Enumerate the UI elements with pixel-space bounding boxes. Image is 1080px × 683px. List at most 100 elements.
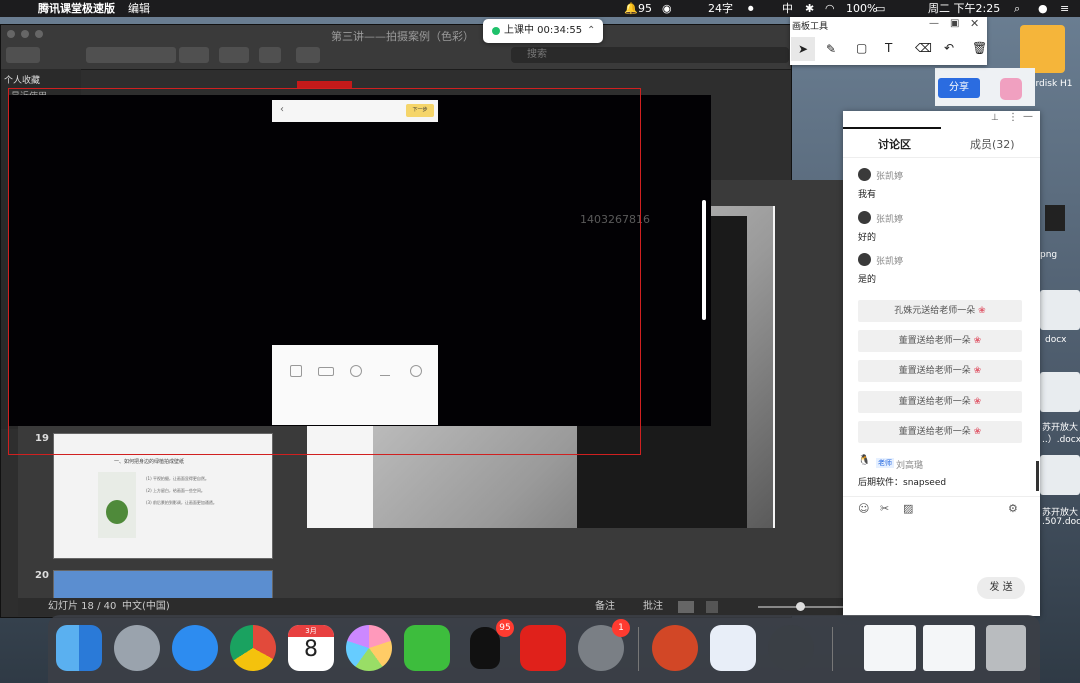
pin-icon[interactable]: ⊥ [991,113,999,123]
calendar-day: 8 [304,637,318,662]
undo-icon[interactable]: ↶ [944,41,954,55]
qq-count: 95 [638,2,652,15]
normal-view-icon[interactable] [678,601,694,613]
minimize-icon[interactable]: — [929,18,939,29]
scissors-icon[interactable]: ✂ [880,502,889,515]
msg-text: 我有 [858,190,877,200]
close-dot[interactable] [7,30,15,38]
discussion-panel: ⊥ ⋮ — 讨论区 成员(32) 张凯婷 我有 张凯婷 好的 张凯婷 是的 孔姝… [843,111,1040,616]
wifi-icon[interactable]: ◠ [825,0,835,17]
harddisk-icon[interactable] [1020,25,1065,73]
image-icon[interactable]: ▨ [903,502,913,515]
teacher-name: 刘高璐 [896,461,924,471]
eye-icon[interactable]: ◉ [662,0,672,17]
screen-capture-frame [8,88,641,455]
send-button[interactable]: 发 送 [977,577,1025,599]
docx-file-icon[interactable] [1040,290,1080,330]
kirby-icon[interactable] [1000,78,1022,100]
sorter-view-icon[interactable] [706,601,718,613]
search-icon[interactable]: ⌕ [1014,0,1020,17]
gift-message: 董置送给老师一朵 ❀ [858,391,1022,413]
search-input[interactable]: 搜索 [511,47,789,63]
qq-icon[interactable]: 95 [462,619,514,671]
desktop-label-4: ..）.docx [1042,435,1080,445]
docx-file-icon-3[interactable] [1040,455,1080,495]
minimized-window-1[interactable] [864,625,916,671]
rectangle-icon[interactable]: ▢ [856,41,867,55]
gear-icon[interactable] [219,47,249,63]
powerpoint-icon[interactable] [652,625,698,671]
settings-icon[interactable]: ⚙ [1008,502,1018,515]
battery-level[interactable]: 100% [846,0,877,17]
minimize-icon[interactable]: — [1023,111,1033,122]
gift-text: 董置送给老师一朵 [898,336,971,346]
tencent-class-icon[interactable] [710,625,756,671]
avatar [858,253,871,266]
chat-scrollbar[interactable] [1036,461,1039,491]
calendar-icon[interactable]: 3月 8 [288,625,334,671]
sidebar-header: 个人收藏 [4,76,41,86]
msg-sender: 张凯婷 [876,215,904,225]
qq-badge: 95 [496,619,514,637]
zoom-dot[interactable] [35,30,43,38]
quicktime-icon[interactable] [768,625,814,671]
tag-icon[interactable] [296,47,320,63]
image-file-icon[interactable] [1045,205,1065,231]
battery-icon: ▭ [875,2,886,15]
thumb-line-2: (2) 上方留白，给画面一些空间。 [146,488,205,493]
more-icon[interactable]: ⋮ [1008,112,1018,123]
netease-music-icon[interactable] [520,625,566,671]
trash-icon[interactable] [986,625,1026,671]
qq-penguin-icon: 🐧 [858,455,871,466]
restore-icon[interactable]: ▣ [950,18,959,29]
finder-icon[interactable] [56,625,102,671]
comments-button[interactable]: 批注 [643,598,663,616]
close-icon[interactable]: ✕ [970,17,979,30]
cursor-icon[interactable]: ➤ [798,42,808,56]
minimized-window-2[interactable] [923,625,975,671]
launchpad-icon[interactable] [114,625,160,671]
class-status-pill[interactable]: 上课中 00:34:55 ⌃ [483,19,603,43]
bluetooth-icon[interactable]: ✱ [805,0,814,17]
text-icon[interactable]: T [885,41,892,55]
system-preferences-icon[interactable]: 1 [578,619,630,671]
language-indicator: 中文(中国) [122,601,170,612]
mic-icon[interactable]: ⏺ [748,0,754,17]
notes-button[interactable]: 备注 [595,598,615,616]
bell-icon[interactable]: 🔔 [624,0,638,17]
zoom-slider-knob[interactable] [796,602,805,611]
photos-icon[interactable] [346,625,392,671]
share-icon[interactable] [259,47,281,63]
safari-icon[interactable] [172,625,218,671]
clock[interactable]: 周二 下午2:25 [928,0,1000,17]
msg-text: 好的 [858,233,877,243]
share-button[interactable]: 分享 [938,78,980,98]
flower-icon: ❀ [973,336,982,346]
user-icon[interactable]: ● [1038,0,1048,17]
docx-file-icon-2[interactable] [1040,372,1080,412]
trash-icon[interactable]: 🗑 [972,41,987,55]
list-icon[interactable]: ≡ [1060,0,1069,17]
desktop-label-docx: docx [1045,335,1067,345]
gift-text: 董置送给老师一朵 [898,427,971,437]
dock-divider [832,627,833,671]
pen-icon[interactable]: ✎ [826,42,836,56]
tab-discussion[interactable]: 讨论区 [878,136,911,152]
view-switcher[interactable] [86,47,176,63]
chrome-icon[interactable] [230,625,276,671]
minimize-dot[interactable] [21,30,29,38]
chevron-up-icon[interactable]: ⌃ [587,19,595,43]
tab-members[interactable]: 成员(32) [970,136,1015,152]
plant-leaves [106,500,128,524]
live-dot-icon [492,27,500,35]
divider [843,496,1040,497]
wechat-icon[interactable] [404,625,450,671]
eraser-icon[interactable]: ⌫ [915,41,932,55]
flower-icon: ❀ [973,366,982,376]
grid-view-button[interactable] [179,47,209,63]
edit-menu[interactable]: 编辑 [128,0,150,17]
app-menu[interactable]: 腾讯课堂极速版 [38,0,115,17]
emoji-icon[interactable]: ☺ [858,502,869,515]
input-method[interactable]: 中 [782,0,793,17]
nav-back-forward[interactable] [6,47,40,63]
